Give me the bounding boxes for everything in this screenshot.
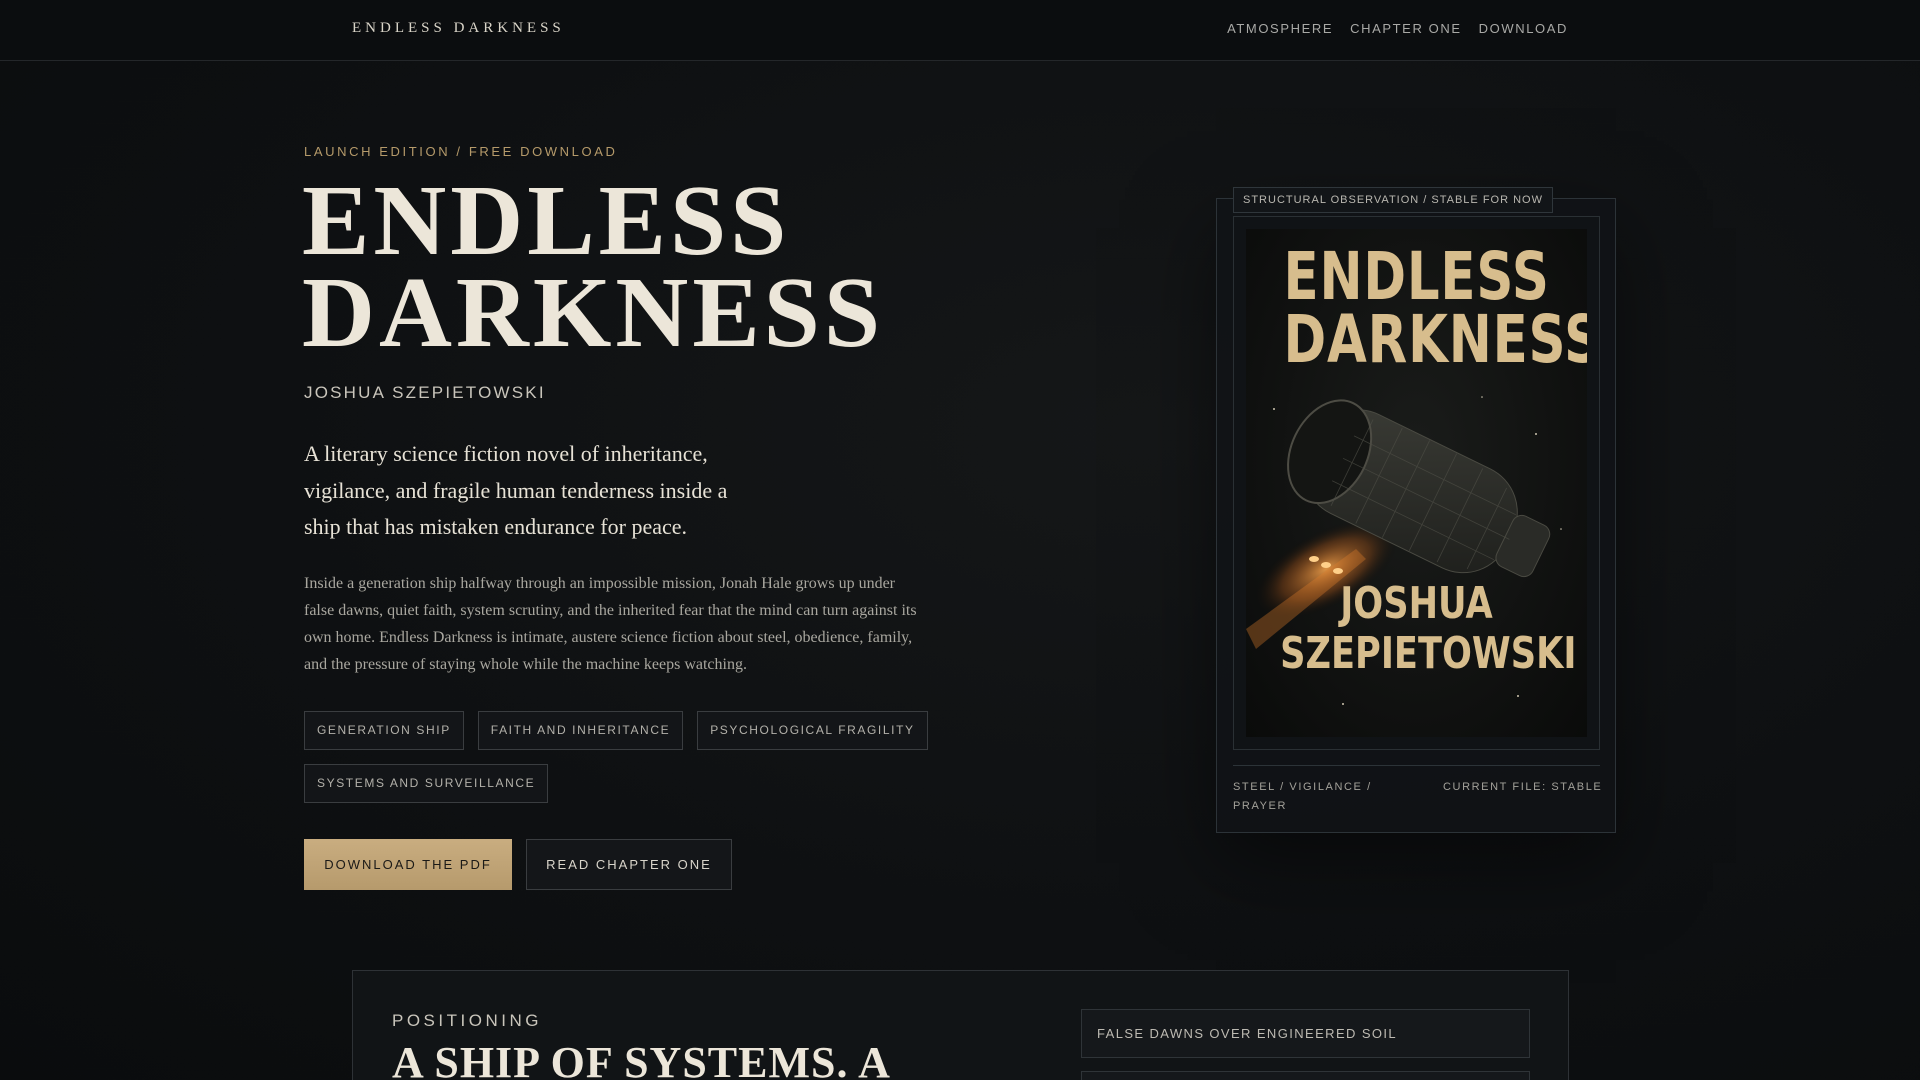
positioning-section: POSITIONING A SHIP OF SYSTEMS. A FALSE D… bbox=[352, 970, 1569, 1080]
list-item bbox=[1081, 1071, 1530, 1080]
title-line-2: DARKNESS bbox=[302, 256, 885, 368]
nav-link-atmosphere[interactable]: ATMOSPHERE bbox=[1227, 21, 1333, 36]
cover-title: ENDLESS DARKNESS bbox=[1283, 238, 1587, 378]
cover-frame: ENDLESS DARKNESS JOSHUA SZEPIETOWSKI bbox=[1233, 216, 1600, 750]
hero-eyebrow: LAUNCH EDITION / FREE DOWNLOAD bbox=[304, 144, 618, 159]
tag-psychological-fragility: PSYCHOLOGICAL FRAGILITY bbox=[697, 711, 928, 750]
cover-author-line-1: JOSHUA bbox=[1340, 578, 1493, 629]
cover-title-line-1: ENDLESS bbox=[1283, 238, 1550, 315]
tag-generation-ship: GENERATION SHIP bbox=[304, 711, 464, 750]
tag-systems-and-surveillance: SYSTEMS AND SURVEILLANCE bbox=[304, 764, 549, 803]
theme-tags: GENERATION SHIP FAITH AND INHERITANCE PS… bbox=[304, 711, 944, 803]
page-title: ENDLESS DARKNESS bbox=[302, 164, 885, 368]
cover-card: STRUCTURAL OBSERVATION / STABLE FOR NOW bbox=[1216, 187, 1616, 833]
nav-link-download[interactable]: DOWNLOAD bbox=[1479, 21, 1568, 36]
list-item: FALSE DAWNS OVER ENGINEERED SOIL bbox=[1081, 1009, 1530, 1058]
top-nav: ENDLESS DARKNESS ATMOSPHERE CHAPTER ONE … bbox=[0, 0, 1920, 61]
cover-author-line-2: SZEPIETOWSKI bbox=[1280, 628, 1577, 679]
nav-link-chapter-one[interactable]: CHAPTER ONE bbox=[1350, 21, 1462, 36]
card-divider bbox=[1233, 765, 1600, 766]
cover-title-line-2: DARKNESS bbox=[1283, 301, 1587, 378]
hero-actions: DOWNLOAD THE PDF READ CHAPTER ONE bbox=[304, 839, 732, 890]
hero-description: Inside a generation ship halfway through… bbox=[304, 575, 917, 673]
brand-logo[interactable]: ENDLESS DARKNESS bbox=[352, 20, 565, 37]
positioning-title: A SHIP OF SYSTEMS. A bbox=[392, 1038, 891, 1080]
positioning-eyebrow: POSITIONING bbox=[392, 1011, 542, 1030]
card-meta-file-status: CURRENT FILE: STABLE bbox=[1443, 781, 1603, 793]
nav-links: ATMOSPHERE CHAPTER ONE DOWNLOAD bbox=[1227, 21, 1568, 36]
card-meta-themes: STEEL / VIGILANCE / PRAYER bbox=[1233, 781, 1372, 812]
title-line-1: ENDLESS bbox=[302, 164, 791, 276]
cover-card-label: STRUCTURAL OBSERVATION / STABLE FOR NOW bbox=[1233, 187, 1553, 213]
cover-author: JOSHUA SZEPIETOWSKI bbox=[1280, 578, 1577, 679]
download-pdf-button[interactable]: DOWNLOAD THE PDF bbox=[304, 839, 512, 890]
hero-tagline: A literary science fiction novel of inhe… bbox=[304, 441, 728, 539]
book-cover-image: ENDLESS DARKNESS JOSHUA SZEPIETOWSKI bbox=[1246, 229, 1587, 737]
tag-faith-and-inheritance: FAITH AND INHERITANCE bbox=[477, 711, 684, 750]
read-chapter-one-button[interactable]: READ CHAPTER ONE bbox=[526, 839, 732, 890]
author-name: JOSHUA SZEPIETOWSKI bbox=[304, 383, 546, 402]
